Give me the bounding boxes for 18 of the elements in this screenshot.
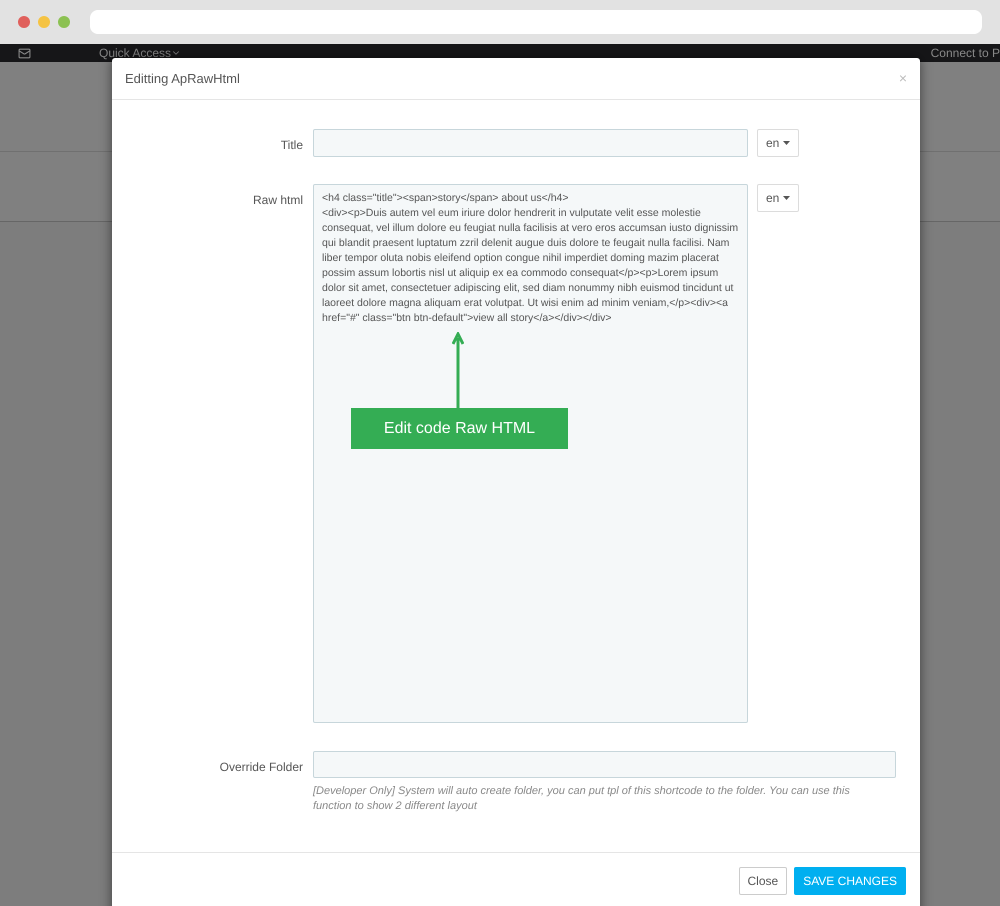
field-label: Override Folder (218, 759, 304, 776)
up-arrow-icon (452, 332, 464, 408)
help-text: [Developer Only] System will auto create folder, you can put tpl of this shortcode to the folder. You can use this function to show 2 different layout (313, 784, 851, 814)
modal-title: Editting ApRawHtml (125, 70, 240, 88)
caret-icon (783, 196, 790, 200)
title-input[interactable] (313, 129, 748, 157)
close-button[interactable]: Close (738, 867, 788, 895)
connect-link[interactable]: Connect to P (930, 44, 1000, 62)
caret-icon (783, 141, 790, 145)
menu-link[interactable]: Quick Access (99, 44, 182, 62)
override-folder-input[interactable] (313, 751, 896, 778)
mail-icon[interactable] (18, 46, 31, 60)
field-label: Title (280, 137, 304, 154)
language-dropdown[interactable]: en (757, 184, 800, 212)
language-dropdown[interactable]: en (757, 129, 800, 157)
address-bar[interactable] (90, 10, 982, 34)
field-label: Raw html (252, 192, 304, 209)
annotation-label: Edit code Raw HTML (351, 408, 568, 449)
